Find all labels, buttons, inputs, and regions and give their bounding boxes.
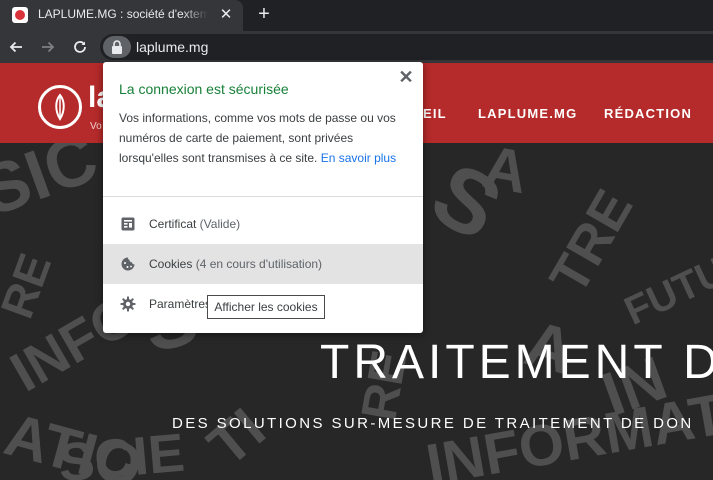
forward-arrow-icon: [42, 41, 55, 53]
cookies-count: (4 en cours d'utilisation): [192, 257, 323, 271]
url-text[interactable]: laplume.mg: [136, 39, 208, 55]
tab-close-button[interactable]: ✕: [216, 5, 236, 25]
certificate-status: (Valide): [196, 217, 241, 231]
browser-tab[interactable]: LAPLUME.MG : société d'externalisation ✕: [0, 0, 243, 31]
hero-title: TRAITEMENT D: [320, 336, 713, 389]
certificate-row[interactable]: Certificat (Valide): [103, 204, 423, 244]
cookies-text: Cookies: [149, 257, 193, 271]
nav-laplume[interactable]: LAPLUME.MG: [478, 106, 577, 121]
back-button[interactable]: [5, 36, 27, 58]
learn-more-link[interactable]: En savoir plus: [321, 151, 396, 165]
cookies-row[interactable]: Cookies (4 en cours d'utilisation): [103, 244, 423, 284]
connection-description: Vos informations, comme vos mots de pass…: [119, 108, 409, 168]
reload-button[interactable]: [69, 36, 91, 58]
connection-secure-title: La connexion est sécurisée: [119, 81, 289, 97]
certificate-label: Certificat (Valide): [149, 217, 240, 231]
settings-gear-icon: [120, 296, 136, 312]
browser-toolbar: laplume.mg: [0, 31, 713, 63]
tab-strip: LAPLUME.MG : société d'externalisation ✕…: [0, 0, 713, 31]
forward-button[interactable]: [37, 36, 59, 58]
popup-close-button[interactable]: ✕: [396, 67, 416, 87]
hero-subtitle: DES SOLUTIONS SUR-MESURE DE TRAITEMENT D…: [172, 415, 694, 432]
nav-accueil[interactable]: EIL: [423, 106, 447, 121]
address-bar[interactable]: laplume.mg: [100, 34, 713, 60]
nav-redaction[interactable]: RÉDACTION: [604, 106, 692, 121]
site-info-popup: ✕ La connexion est sécurisée Vos informa…: [103, 62, 423, 333]
popup-divider: [103, 196, 423, 197]
site-favicon-icon: [12, 7, 28, 23]
settings-label: Paramètres: [149, 297, 212, 311]
reload-icon: [74, 41, 86, 53]
cookies-tooltip: Afficher les cookies: [207, 295, 325, 319]
site-logo-icon[interactable]: [38, 85, 82, 129]
back-arrow-icon: [9, 41, 22, 53]
certificate-icon: [121, 217, 135, 231]
new-tab-button[interactable]: +: [253, 3, 275, 25]
site-tagline: Vo: [90, 121, 102, 132]
lock-icon: [112, 40, 122, 54]
certificate-text: Certificat: [149, 217, 197, 231]
cookie-icon: [121, 257, 135, 271]
site-info-button[interactable]: [103, 36, 131, 58]
cookies-label: Cookies (4 en cours d'utilisation): [149, 257, 322, 271]
tab-title: LAPLUME.MG : société d'externalisation: [38, 7, 208, 21]
